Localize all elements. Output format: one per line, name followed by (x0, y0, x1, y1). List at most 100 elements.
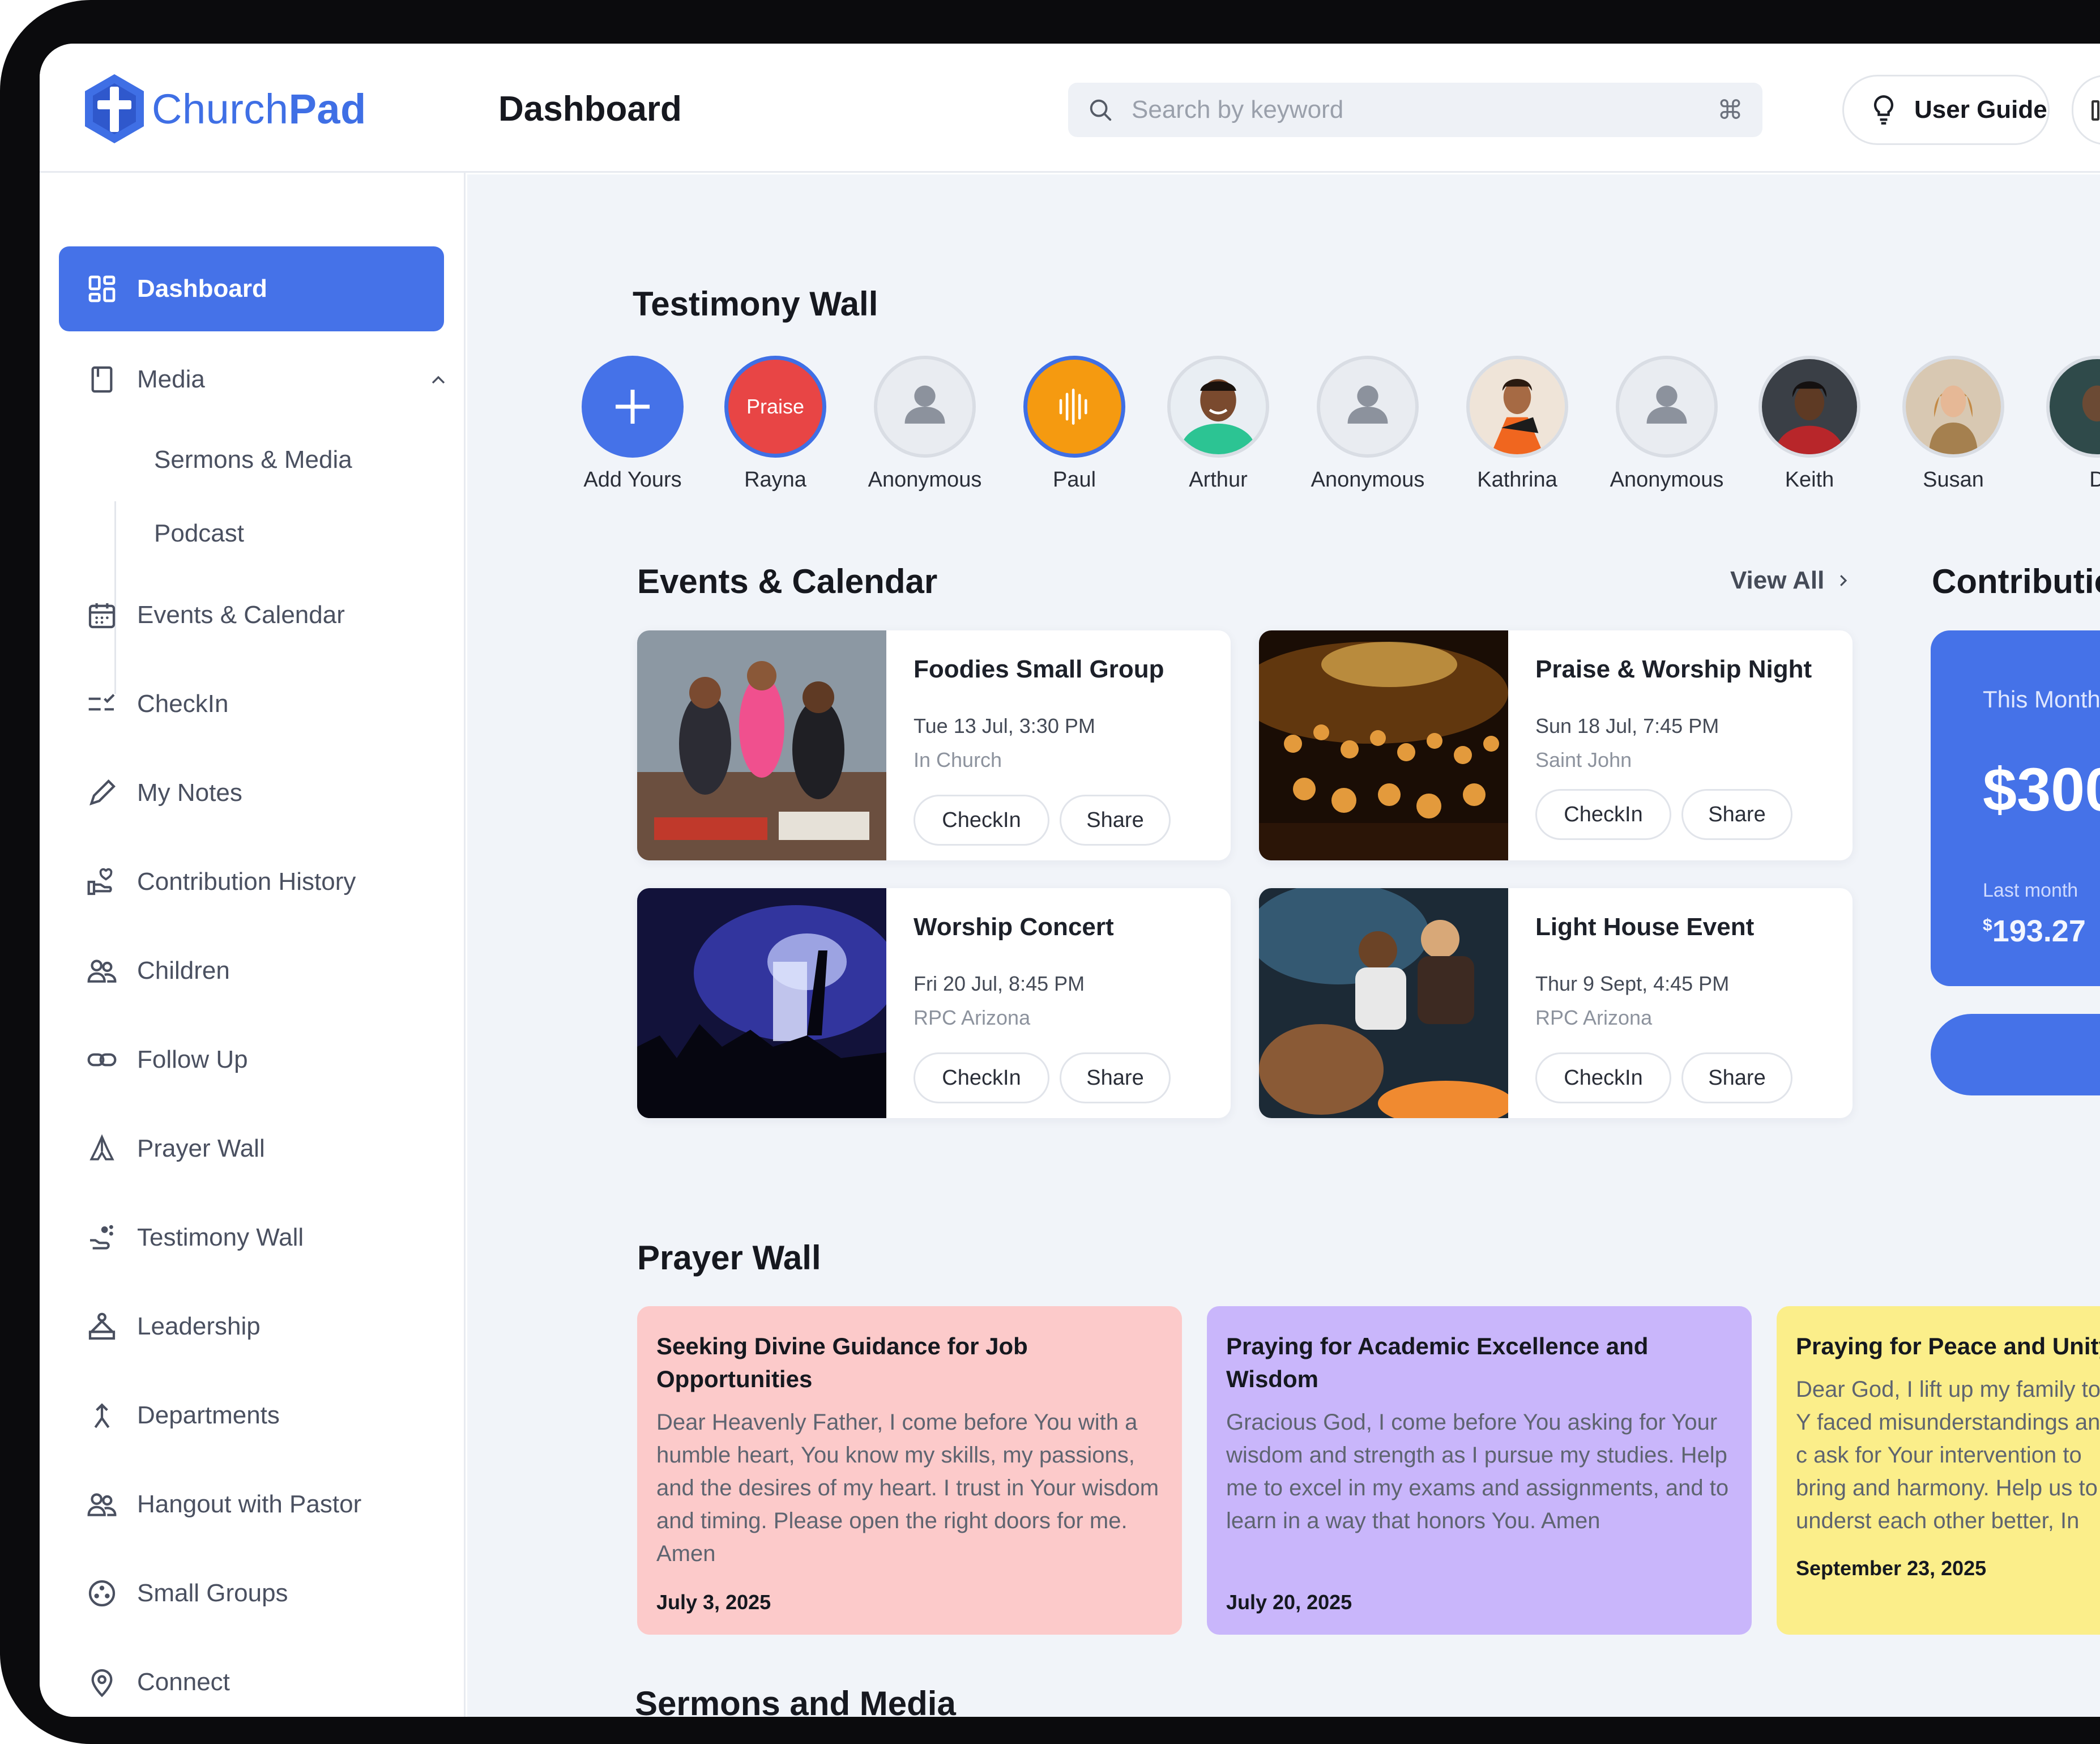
testimony-icon (90, 1225, 113, 1250)
prayer-date: July 3, 2025 (656, 1591, 771, 1614)
event-card[interactable]: Light House Event Thur 9 Sept, 4:45 PM R… (1259, 888, 1853, 1118)
event-card[interactable]: Foodies Small Group Tue 13 Jul, 3:30 PM … (637, 630, 1231, 860)
testimony-name: D (2089, 468, 2100, 492)
group-circle-icon (88, 1580, 116, 1607)
sidebar-item-label: Leadership (137, 1312, 261, 1340)
checkin-button[interactable]: CheckIn (1535, 1052, 1671, 1103)
share-button[interactable]: Share (1060, 795, 1171, 846)
share-button[interactable]: Share (1681, 789, 1792, 840)
share-button[interactable]: Share (1060, 1052, 1171, 1103)
churchpad-logo-icon (85, 74, 144, 143)
event-date: Sun 18 Jul, 7:45 PM (1535, 714, 1719, 737)
sidebar-item-label: CheckIn (137, 690, 229, 718)
panel-icon (2092, 100, 2099, 121)
testimony-item-kathrina[interactable]: Kathrina (1444, 356, 1591, 492)
event-location: RPC Arizona (914, 1006, 1031, 1029)
sidebar-subitem-sermons-media[interactable]: Sermons & Media (154, 446, 352, 474)
users-icon (87, 1493, 117, 1516)
testimony-item-keith[interactable]: Keith (1736, 356, 1883, 492)
testimony-name: Anonymous (1610, 468, 1724, 492)
sidebar-item-connect[interactable]: Connect (59, 1640, 444, 1717)
header-extra-button[interactable] (2072, 75, 2100, 145)
prayer-date: July 20, 2025 (1226, 1591, 1352, 1614)
avatar (1758, 356, 1860, 458)
chevron-up-icon[interactable] (427, 369, 450, 391)
sidebar-item-label: Hangout with Pastor (137, 1490, 362, 1518)
sidebar-item-label: Follow Up (137, 1046, 248, 1073)
prayer-body: Gracious God, I come before You asking f… (1226, 1410, 1729, 1533)
testimony-name: Kathrina (1477, 468, 1557, 492)
testimony-item-anonymous[interactable]: Anonymous (1294, 356, 1441, 492)
testimony-add-yours[interactable]: Add Yours (559, 356, 706, 492)
sidebar-item-label: Media (137, 365, 205, 393)
sidebar-item-checkin[interactable]: CheckIn (59, 662, 444, 747)
sidebar: Dashboard Media Sermons & Media Podcast … (40, 173, 466, 1717)
testimony-item-paul[interactable]: Paul (1001, 356, 1148, 492)
event-date: Fri 20 Jul, 8:45 PM (914, 972, 1085, 995)
contribution-summary-card: This Month $300 Last month $193.27 (1931, 630, 2100, 986)
anonymous-avatar-icon (1616, 356, 1718, 458)
testimony-item-susan[interactable]: Susan (1880, 356, 2027, 492)
contributions-title: Contribution (1932, 562, 2100, 600)
sidebar-item-children[interactable]: Children (59, 928, 444, 1013)
avatar (1466, 356, 1568, 458)
command-icon: ⌘ (1717, 95, 1743, 125)
sidebar-item-media[interactable]: Media (59, 337, 445, 422)
share-button[interactable]: Share (1681, 1052, 1792, 1103)
app-screen: ChurchPad Dashboard ⌘ User Guide Dashboa… (40, 44, 2100, 1717)
sidebar-item-dashboard[interactable]: Dashboard (59, 246, 444, 331)
sidebar-item-label: Small Groups (137, 1579, 288, 1607)
sidebar-item-hangout-with-pastor[interactable]: Hangout with Pastor (59, 1462, 444, 1547)
event-card[interactable]: Worship Concert Fri 20 Jul, 8:45 PM RPC … (637, 888, 1231, 1118)
user-guide-button[interactable]: User Guide (1842, 75, 2050, 145)
checkin-button[interactable]: CheckIn (1535, 789, 1671, 840)
this-month-label: This Month (1983, 686, 2100, 713)
testimony-name: Rayna (744, 468, 806, 492)
event-photo (1259, 630, 1508, 860)
link-icon (87, 1053, 117, 1067)
event-title: Worship Concert (914, 913, 1114, 941)
event-location: In Church (914, 748, 1002, 771)
book-icon (91, 366, 113, 393)
checkin-button[interactable]: CheckIn (914, 1052, 1049, 1103)
testimony-item-rayna[interactable]: Praise Rayna (702, 356, 849, 492)
prayer-title: Praying for Academic Excellence and Wisd… (1226, 1333, 1649, 1392)
prayer-card[interactable]: Praying for Academic Excellence and Wisd… (1207, 1306, 1752, 1635)
departments-icon (94, 1403, 110, 1429)
event-card[interactable]: Praise & Worship Night Sun 18 Jul, 7:45 … (1259, 630, 1853, 860)
sidebar-item-follow-up[interactable]: Follow Up (59, 1017, 444, 1102)
sidebar-item-my-notes[interactable]: My Notes (59, 751, 444, 835)
testimony-name: Add Yours (583, 468, 682, 492)
sidebar-subitem-podcast[interactable]: Podcast (154, 519, 244, 548)
children-icon (87, 960, 117, 983)
this-month-amount: $300 (1983, 755, 2100, 824)
testimony-item-d[interactable]: D (2024, 356, 2100, 492)
prayer-card[interactable]: Praying for Peace and Unity in Y Dear Go… (1777, 1306, 2100, 1635)
sidebar-item-leadership[interactable]: Leadership (59, 1284, 444, 1369)
prayer-card[interactable]: Seeking Divine Guidance for Job Opportun… (637, 1306, 1182, 1635)
checkin-button[interactable]: CheckIn (914, 795, 1049, 846)
sidebar-item-prayer-wall[interactable]: Prayer Wall (59, 1106, 444, 1191)
anonymous-avatar-icon (874, 356, 976, 458)
testimony-item-anonymous[interactable]: Anonymous (1593, 356, 1740, 492)
search-bar[interactable]: ⌘ (1068, 83, 1762, 137)
sidebar-item-testimony-wall[interactable]: Testimony Wall (59, 1195, 444, 1280)
event-photo (637, 888, 886, 1118)
event-location: Saint John (1535, 748, 1632, 771)
testimony-item-anonymous[interactable]: Anonymous (851, 356, 998, 492)
testimony-item-arthur[interactable]: Arthur (1145, 356, 1292, 492)
event-date: Tue 13 Jul, 3:30 PM (914, 714, 1095, 737)
sidebar-item-small-groups[interactable]: Small Groups (59, 1551, 444, 1636)
add-contribution-button[interactable]: Ad (1931, 1014, 2100, 1095)
sidebar-item-contribution-history[interactable]: Contribution History (59, 839, 444, 924)
view-all-link[interactable]: View All (1730, 566, 1851, 595)
churchpad-logo[interactable]: ChurchPad (80, 72, 366, 146)
event-location: RPC Arizona (1535, 1006, 1653, 1029)
search-input[interactable] (1132, 96, 1717, 124)
dashboard-icon (88, 275, 116, 302)
sidebar-item-label: Dashboard (137, 275, 267, 302)
sidebar-item-events-calendar[interactable]: Events & Calendar (59, 573, 444, 658)
sidebar-item-departments[interactable]: Departments (59, 1373, 444, 1458)
leadership-icon (88, 1312, 116, 1340)
sidebar-item-label: Connect (137, 1668, 230, 1696)
